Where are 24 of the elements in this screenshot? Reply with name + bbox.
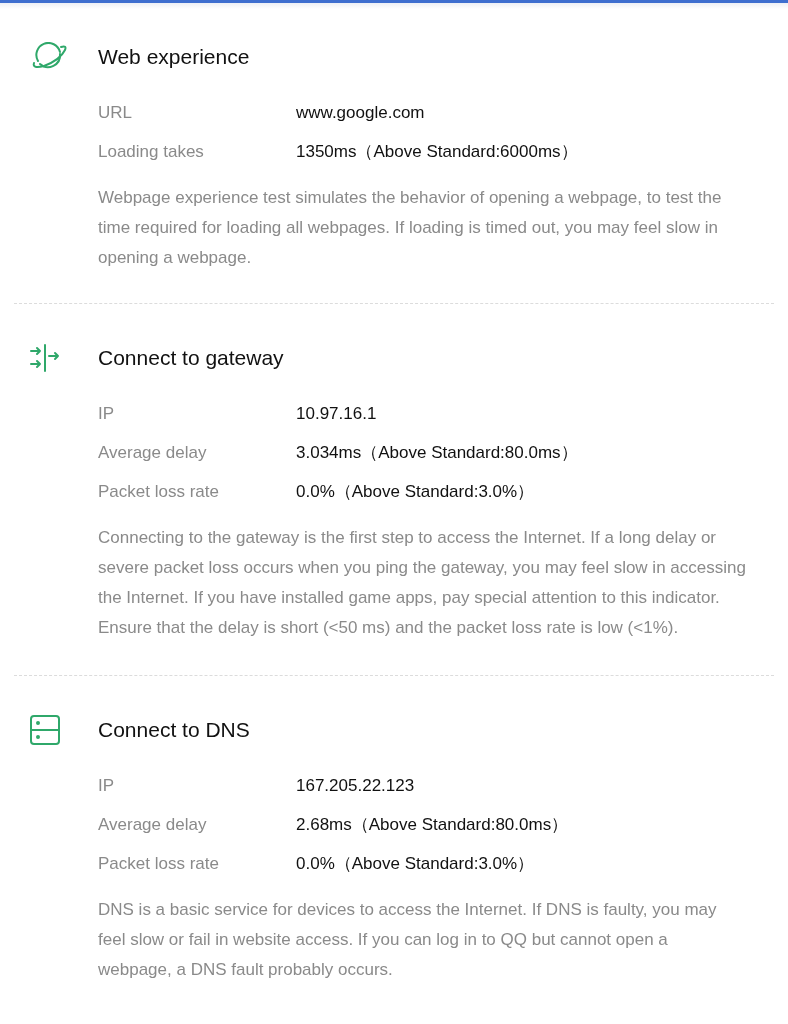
field-label: Packet loss rate [98,480,220,503]
field-value: 167.205.22.123 [296,774,415,797]
description: Connecting to the gateway is the first step to access the Internet. If a long delay or severe packet loss occurs when you ping the gateway, you may feel slow in accessing the Internet. If you have installed game apps, pay special attention to this indicator. Ensure that the delay is short (<50 ms) and the packet loss rate is low (<1%). [98,527,747,639]
server-icon [30,715,60,745]
field-value: www.google.com [296,101,425,124]
field-label: IP [98,402,116,425]
description: Webpage experience test simulates the behavior of opening a webpage, to test the time required for loading all webpages. If loading is timed out, you may feel slow in opening a webpage. [98,187,723,269]
field-label: IP [98,774,116,797]
field-value: 2.68ms（Above Standard:80.0ms） [296,813,569,836]
field-value: 0.0%（Above Standard:3.0%） [296,480,535,503]
field-label: Average delay [98,441,208,464]
section-title: Connect to DNS [98,717,250,744]
field-value: 1350ms（Above Standard:6000ms） [296,140,578,163]
field-label: URL [98,101,133,124]
field-value: 3.034ms（Above Standard:80.0ms） [296,441,578,464]
field-value: 10.97.16.1 [296,402,377,425]
description: DNS is a basic service for devices to access the Internet. If DNS is faulty, you may feel slow or fail in website access. If you can log in to QQ but cannot open a webpage, a DNS fault probably occurs. [98,899,718,981]
field-label: Loading takes [98,140,205,163]
field-label: Packet loss rate [98,852,220,875]
field-value: 0.0%（Above Standard:3.0%） [296,852,535,875]
field-label: Average delay [98,813,208,836]
section-title: Web experience [98,44,250,71]
arrows-into-bar-icon [30,344,60,372]
section-title: Connect to gateway [98,345,284,372]
